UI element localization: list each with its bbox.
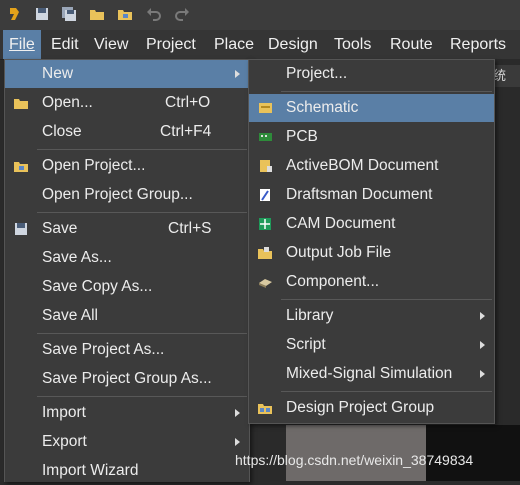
menu-project[interactable]: Project — [146, 30, 196, 59]
separator — [37, 212, 247, 213]
new-menu-design-project-group[interactable]: Design Project Group — [249, 394, 494, 422]
new-menu-component[interactable]: Component... — [249, 268, 494, 296]
save-icon — [15, 223, 27, 235]
save-icon[interactable] — [34, 6, 50, 22]
menu-tools[interactable]: Tools — [334, 30, 371, 59]
chevron-right-icon — [480, 312, 485, 320]
open-folder-icon[interactable] — [89, 6, 105, 22]
chevron-right-icon — [480, 370, 485, 378]
app-logo-icon[interactable] — [6, 6, 22, 22]
component-icon — [259, 279, 272, 288]
file-menu-close[interactable]: Close Ctrl+F4 — [5, 118, 249, 146]
menu-reports[interactable]: Reports — [450, 30, 506, 59]
project-group-icon — [258, 404, 272, 414]
file-menu-save-as[interactable]: Save As... — [5, 244, 249, 272]
open-project-icon[interactable] — [117, 6, 133, 22]
new-menu-project[interactable]: Project... — [249, 60, 494, 88]
chevron-right-icon — [480, 341, 485, 349]
menu-place[interactable]: Place — [214, 30, 254, 59]
file-menu-open-project-group[interactable]: Open Project Group... — [5, 181, 249, 209]
open-project-icon — [14, 162, 28, 172]
new-menu-draftsman[interactable]: Draftsman Document — [249, 181, 494, 209]
cam-icon — [259, 218, 271, 230]
new-menu-output-job[interactable]: Output Job File — [249, 239, 494, 267]
chevron-right-icon — [235, 70, 240, 78]
file-menu-export[interactable]: Export — [5, 428, 249, 456]
menu-edit[interactable]: Edit — [51, 30, 79, 59]
new-menu-cam[interactable]: CAM Document — [249, 210, 494, 238]
menu-design[interactable]: Design — [268, 30, 318, 59]
output-job-icon — [258, 247, 272, 259]
file-menu-open-project[interactable]: Open Project... — [5, 152, 249, 180]
file-menu-save-copy-as[interactable]: Save Copy As... — [5, 273, 249, 301]
menu-bar: File Edit View Project Place Design Tool… — [0, 30, 520, 60]
redo-icon[interactable] — [174, 6, 190, 22]
new-menu-mixed-signal-simulation[interactable]: Mixed-Signal Simulation — [249, 360, 494, 388]
save-all-icon[interactable] — [61, 6, 77, 22]
separator — [281, 391, 492, 392]
new-menu-schematic[interactable]: Schematic — [249, 94, 494, 122]
document-tab[interactable]: 统 — [493, 65, 520, 87]
file-menu: New Open... Ctrl+O Close Ctrl+F4 Open Proj… — [4, 59, 250, 482]
menu-view[interactable]: View — [94, 30, 128, 59]
new-menu-activebom[interactable]: ActiveBOM Document — [249, 152, 494, 180]
activebom-icon — [260, 160, 272, 172]
new-submenu: Project... Schematic PCB ActiveBOM Docum… — [248, 59, 495, 424]
toolbar — [0, 0, 520, 30]
chevron-right-icon — [235, 409, 240, 417]
pcb-icon — [259, 133, 272, 141]
chevron-right-icon — [235, 438, 240, 446]
new-menu-pcb[interactable]: PCB — [249, 123, 494, 151]
undo-icon[interactable] — [146, 6, 162, 22]
file-menu-import[interactable]: Import — [5, 399, 249, 427]
new-menu-library[interactable]: Library — [249, 302, 494, 330]
file-menu-save-project-group-as[interactable]: Save Project Group As... — [5, 365, 249, 393]
separator — [37, 149, 247, 150]
schematic-icon — [259, 103, 272, 113]
open-folder-icon — [14, 99, 28, 109]
menu-route[interactable]: Route — [390, 30, 433, 59]
file-menu-open[interactable]: Open... Ctrl+O — [5, 89, 249, 117]
file-menu-new[interactable]: New — [5, 60, 249, 88]
file-menu-save-all[interactable]: Save All — [5, 302, 249, 330]
separator — [281, 299, 492, 300]
watermark-text: https://blog.csdn.net/weixin_38749834 — [235, 452, 474, 468]
separator — [37, 396, 247, 397]
new-menu-script[interactable]: Script — [249, 331, 494, 359]
file-menu-save-project-as[interactable]: Save Project As... — [5, 336, 249, 364]
menu-file[interactable]: File — [3, 30, 41, 59]
file-menu-save[interactable]: Save Ctrl+S — [5, 215, 249, 243]
draftsman-icon — [260, 189, 270, 201]
separator — [37, 333, 247, 334]
separator — [281, 91, 492, 92]
